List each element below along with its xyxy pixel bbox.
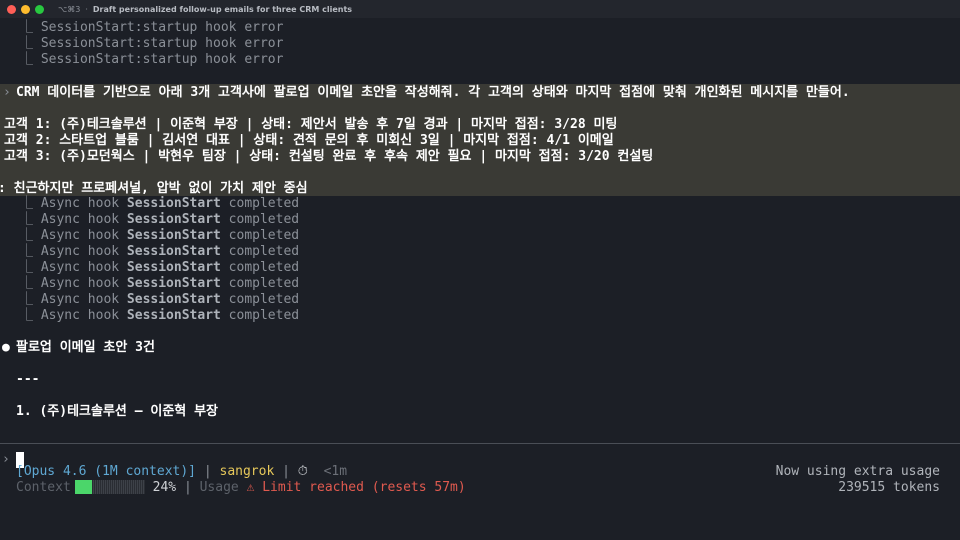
terminal-output: ⎿ SessionStart:startup hook error ⎿ Sess… xyxy=(0,18,960,540)
hook-error-line: ⎿ SessionStart:startup hook error xyxy=(20,36,284,51)
token-count: 239515 tokens xyxy=(838,480,940,495)
tab-title[interactable]: Draft personalized follow-up emails for … xyxy=(93,5,352,14)
async-hook-line: ⎿ Async hook SessionStart completed xyxy=(20,260,300,275)
input-divider xyxy=(0,443,960,444)
async-hook-line: ⎿ Async hook SessionStart completed xyxy=(20,196,300,211)
async-hook-line: ⎿ Async hook SessionStart completed xyxy=(20,292,300,307)
markdown-rule: --- xyxy=(16,372,40,387)
prompt-marker: › xyxy=(3,85,11,100)
hook-error-line: ⎿ SessionStart:startup hook error xyxy=(20,52,284,67)
user-prompt-block: › CRM 데이터를 기반으로 아래 3개 고객사에 팔로업 이메일 초안을 작… xyxy=(0,84,960,196)
status-line-2: Context 24% | Usage ⚠ Limit reached (res… xyxy=(16,480,466,495)
prompt-tone: 톤: 친근하지만 프로페셔널, 압박 없이 가치 제안 중심 xyxy=(0,181,308,196)
zoom-window-button[interactable] xyxy=(35,4,44,14)
limit-warning: ⚠ Limit reached (resets 57m) xyxy=(246,480,466,495)
context-label: Context xyxy=(16,480,71,495)
model-label: [Opus 4.6 (1M context)] xyxy=(16,464,197,479)
status-line-1: [Opus 4.6 (1M context)] | sangrok | ⏱ <1… xyxy=(16,464,348,479)
elapsed-time: <1m xyxy=(323,464,348,479)
prompt-client-2: 고객 2: 스타트업 블룸 | 김서연 대표 | 상태: 견적 문의 후 미회신… xyxy=(4,133,614,148)
prompt-client-3: 고객 3: (주)모던웍스 | 박현우 팀장 | 상태: 컨설팅 완료 후 후속… xyxy=(4,149,654,164)
async-hook-line: ⎿ Async hook SessionStart completed xyxy=(20,212,300,227)
context-progress-bar xyxy=(74,480,145,494)
timer-icon: ⏱ xyxy=(297,464,308,479)
user-name: sangrok xyxy=(219,464,275,479)
title-bar: ⌥⌘3 · Draft personalized follow-up email… xyxy=(0,0,960,18)
prompt-client-1: 고객 1: (주)테크솔루션 | 이준혁 부장 | 상태: 제안서 발송 후 7… xyxy=(4,117,618,132)
response-heading: 팔로업 이메일 초안 3건 xyxy=(16,340,155,355)
async-hook-line: ⎿ Async hook SessionStart completed xyxy=(20,308,300,323)
async-hook-line: ⎿ Async hook SessionStart completed xyxy=(20,228,300,243)
context-percent: 24% xyxy=(152,480,177,495)
hook-error-line: ⎿ SessionStart:startup hook error xyxy=(20,20,284,35)
email-draft-heading: 1. (주)테크솔루션 — 이준혁 부장 xyxy=(16,404,219,419)
extra-usage-notice: Now using extra usage xyxy=(775,464,940,479)
prompt-intro: CRM 데이터를 기반으로 아래 3개 고객사에 팔로업 이메일 초안을 작성해… xyxy=(16,85,850,100)
async-hook-line: ⎿ Async hook SessionStart completed xyxy=(20,244,300,259)
input-caret-icon: › xyxy=(2,452,10,467)
minimize-window-button[interactable] xyxy=(21,4,30,14)
tab-shortcut: ⌥⌘3 xyxy=(58,4,81,14)
usage-label: Usage xyxy=(199,480,239,495)
response-bullet-icon: ● xyxy=(2,340,10,355)
close-window-button[interactable] xyxy=(7,4,16,14)
window-controls xyxy=(7,4,44,14)
tab-separator-dot: · xyxy=(85,4,88,14)
context-progress-fill xyxy=(74,480,92,494)
async-hook-line: ⎿ Async hook SessionStart completed xyxy=(20,276,300,291)
